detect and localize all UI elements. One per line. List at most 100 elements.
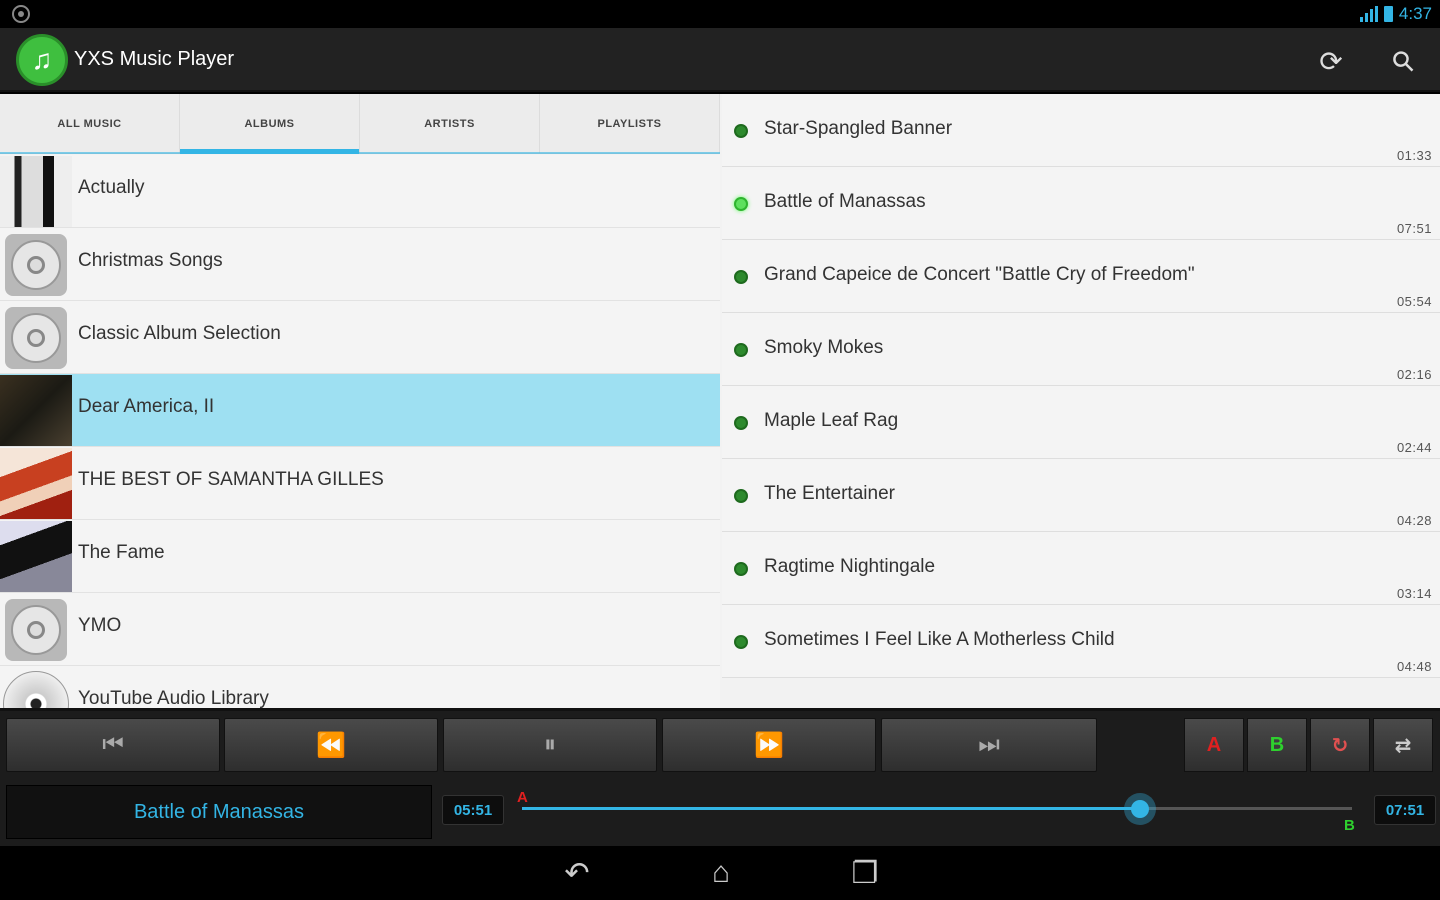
album-item[interactable]: Classic Album Selection [0, 301, 720, 374]
track-item[interactable]: Grand Capeice de Concert "Battle Cry of … [722, 240, 1440, 313]
total-time: 07:51 [1374, 795, 1436, 825]
album-list: Actually Christmas Songs Classic Album S… [0, 155, 720, 708]
signal-icon [1359, 6, 1378, 22]
disc-icon [5, 233, 67, 296]
album-item[interactable]: Christmas Songs [0, 228, 720, 301]
track-duration: 05:54 [1396, 294, 1432, 309]
repeat-icon: ↻ [1331, 734, 1349, 757]
back-icon[interactable]: ↶ [552, 857, 602, 890]
album-item[interactable]: The Fame [0, 520, 720, 593]
track-status-icon [734, 270, 748, 284]
album-title: YouTube Audio Library [78, 688, 269, 708]
navigation-bar: ↶ ⌂ ❐ [0, 846, 1440, 900]
track-title: Grand Capeice de Concert "Battle Cry of … [764, 264, 1195, 285]
b-marker: B [1344, 817, 1355, 834]
music-note-icon[interactable]: ♫ [16, 34, 68, 86]
b-label: B [1269, 733, 1285, 756]
action-bar: ♫ YXS Music Player ⟳ ⚲ [0, 28, 1440, 92]
track-title: The Entertainer [764, 483, 895, 504]
track-item-playing[interactable]: Battle of Manassas 07:51 [722, 167, 1440, 240]
a-marker: A [517, 789, 528, 806]
track-status-icon [734, 562, 748, 576]
a-label: A [1206, 733, 1222, 756]
wrench-icon[interactable]: ⚲ [1376, 34, 1430, 88]
recent-apps-icon[interactable]: ❐ [840, 857, 890, 890]
refresh-icon[interactable]: ⟳ [1312, 42, 1350, 80]
track-item[interactable]: Smoky Mokes 02:16 [722, 313, 1440, 386]
album-art [0, 156, 72, 227]
tab-all-music[interactable]: ALL MUSIC [0, 94, 180, 153]
seek-progress [522, 807, 1141, 810]
track-duration: 02:16 [1396, 367, 1432, 382]
tab-albums[interactable]: ALBUMS [180, 94, 360, 154]
album-art [0, 375, 72, 446]
track-status-icon [734, 343, 748, 357]
album-art [0, 521, 72, 592]
disc-icon [5, 306, 67, 369]
app-title: YXS Music Player [74, 48, 235, 70]
now-playing-title: Battle of Manassas [6, 785, 432, 839]
track-status-icon [734, 489, 748, 503]
status-bar: 4:37 [0, 0, 1440, 28]
album-title: The Fame [78, 542, 165, 563]
rewind-icon: ⏪ [316, 731, 346, 759]
track-title: Ragtime Nightingale [764, 556, 936, 577]
track-duration: 03:14 [1396, 586, 1432, 601]
track-duration: 01:33 [1396, 148, 1432, 163]
battery-icon [1383, 6, 1393, 22]
library-panel: ALL MUSIC ALBUMS ARTISTS PLAYLISTS Actua… [0, 94, 720, 708]
seek-thumb[interactable] [1124, 793, 1157, 825]
player-controls: ⏮ ⏪ ⏸ ⏩ ⏭ A B ↻ ⇄ Battle of Manassas 05:… [0, 708, 1440, 846]
album-art [0, 667, 72, 708]
cd-icon [3, 671, 69, 708]
album-art [0, 448, 72, 519]
skip-next-icon: ⏭ [978, 731, 1000, 758]
elapsed-time: 05:51 [442, 795, 504, 825]
album-art [0, 302, 72, 373]
pause-button[interactable]: ⏸ [443, 718, 657, 772]
rewind-button[interactable]: ⏪ [224, 718, 438, 772]
notification-icon [12, 5, 30, 23]
track-title: Maple Leaf Rag [764, 410, 899, 431]
album-item[interactable]: Actually [0, 155, 720, 228]
track-item[interactable]: Star-Spangled Banner 01:33 [722, 94, 1440, 167]
shuffle-button[interactable]: ⇄ [1373, 718, 1433, 772]
track-item[interactable]: The Entertainer 04:28 [722, 459, 1440, 532]
fast-forward-icon: ⏩ [754, 731, 784, 759]
track-title: Sometimes I Feel Like A Motherless Child [764, 629, 1115, 650]
track-item[interactable]: Sometimes I Feel Like A Motherless Child… [722, 605, 1440, 678]
library-tabs: ALL MUSIC ALBUMS ARTISTS PLAYLISTS [0, 94, 720, 154]
album-item[interactable]: YouTube Audio Library [0, 666, 720, 708]
track-title: Star-Spangled Banner [764, 118, 953, 139]
track-duration: 04:28 [1396, 513, 1432, 528]
album-title: Classic Album Selection [78, 323, 281, 344]
track-duration: 07:51 [1396, 221, 1432, 236]
tab-artists[interactable]: ARTISTS [360, 94, 540, 153]
skip-next-button[interactable]: ⏭ [881, 718, 1097, 772]
tab-playlists[interactable]: PLAYLISTS [540, 94, 720, 153]
fast-forward-button[interactable]: ⏩ [662, 718, 876, 772]
album-title: Christmas Songs [78, 250, 223, 271]
status-right: 4:37 [1359, 4, 1432, 24]
album-item[interactable]: THE BEST OF SAMANTHA GILLES [0, 447, 720, 520]
set-a-button[interactable]: A [1184, 718, 1244, 772]
disc-icon [5, 598, 67, 661]
track-item[interactable]: Maple Leaf Rag 02:44 [722, 386, 1440, 459]
main-content: ALL MUSIC ALBUMS ARTISTS PLAYLISTS Actua… [0, 94, 1440, 708]
track-duration: 02:44 [1396, 440, 1432, 455]
seek-bar[interactable] [522, 793, 1352, 825]
album-title: THE BEST OF SAMANTHA GILLES [78, 469, 384, 490]
skip-previous-icon: ⏮ [102, 731, 124, 758]
track-duration: 04:48 [1396, 659, 1432, 674]
home-icon[interactable]: ⌂ [696, 856, 746, 889]
shuffle-icon: ⇄ [1394, 734, 1412, 757]
repeat-button[interactable]: ↻ [1310, 718, 1370, 772]
set-b-button[interactable]: B [1247, 718, 1307, 772]
album-title: Actually [78, 177, 145, 198]
album-item-selected[interactable]: Dear America, II [0, 374, 720, 447]
album-item[interactable]: YMO [0, 593, 720, 666]
pause-icon: ⏸ [544, 731, 556, 758]
skip-previous-button[interactable]: ⏮ [6, 718, 220, 772]
track-status-icon [734, 635, 748, 649]
track-item[interactable]: Ragtime Nightingale 03:14 [722, 532, 1440, 605]
